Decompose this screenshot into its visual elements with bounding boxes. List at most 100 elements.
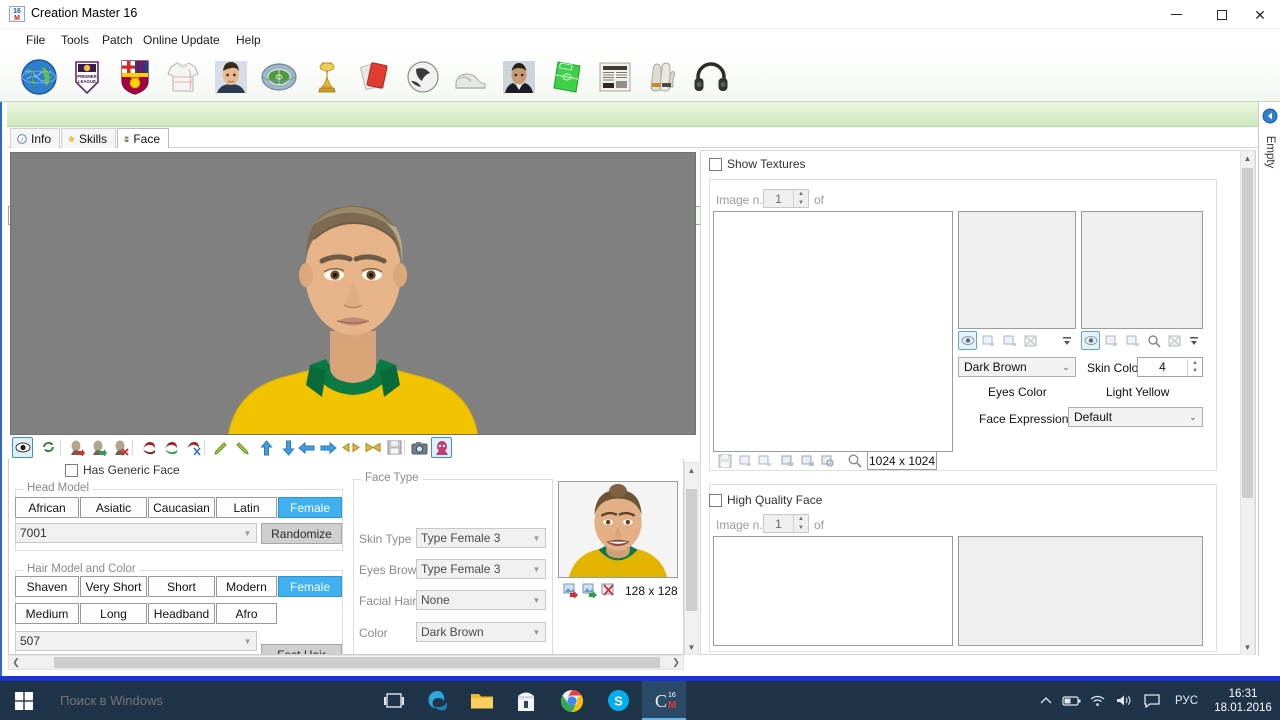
delete-icon[interactable] bbox=[1021, 331, 1040, 350]
skin-type-select[interactable]: Type Female 3 ▼ bbox=[416, 528, 546, 548]
file-explorer-button[interactable] bbox=[460, 681, 504, 720]
zoom-icon[interactable] bbox=[845, 451, 864, 470]
head-model-latin[interactable]: Latin bbox=[216, 497, 277, 518]
export-all-icon[interactable] bbox=[798, 451, 817, 470]
delete-icon[interactable] bbox=[1165, 331, 1184, 350]
right-panel-vscrollbar[interactable]: ▲ ▼ bbox=[1240, 150, 1255, 655]
menu-item-patch[interactable]: Patch bbox=[96, 32, 139, 49]
scroll-down-icon[interactable]: ▼ bbox=[685, 640, 698, 654]
spinner-down-icon[interactable]: ▼ bbox=[794, 199, 808, 208]
more-icon[interactable] bbox=[1184, 331, 1203, 350]
cards-icon[interactable] bbox=[352, 54, 398, 99]
export-hair-icon[interactable] bbox=[160, 437, 181, 458]
newspaper-icon[interactable] bbox=[592, 54, 638, 99]
face-thumbnail[interactable] bbox=[558, 481, 678, 578]
trophy-icon[interactable] bbox=[304, 54, 350, 99]
move-left-icon[interactable] bbox=[296, 437, 317, 458]
edge-button[interactable] bbox=[416, 681, 460, 720]
scroll-up-icon[interactable]: ▲ bbox=[685, 463, 698, 477]
refresh-model-icon[interactable] bbox=[38, 437, 59, 458]
import-image-icon[interactable] bbox=[562, 581, 580, 599]
delete-hair-icon[interactable] bbox=[182, 437, 203, 458]
kit-shirt-icon[interactable] bbox=[160, 54, 206, 99]
tab-info[interactable]: i Info bbox=[10, 128, 60, 148]
chevron-up-icon[interactable] bbox=[1033, 681, 1059, 720]
hair-texture-preview[interactable] bbox=[958, 211, 1076, 329]
menu-item-tools[interactable]: Tools bbox=[55, 32, 95, 49]
start-button[interactable] bbox=[0, 681, 48, 720]
spinner-down-icon[interactable]: ▼ bbox=[1188, 367, 1202, 376]
export-icon[interactable] bbox=[1123, 331, 1142, 350]
hair-very-short[interactable]: Very Short bbox=[80, 576, 147, 597]
randomize-button[interactable]: Randomize bbox=[261, 523, 342, 544]
hair-headband[interactable]: Headband bbox=[148, 603, 215, 624]
scroll-thumb[interactable] bbox=[54, 657, 660, 668]
minimize-button[interactable] bbox=[1153, 0, 1199, 29]
manager-portrait-icon[interactable] bbox=[496, 54, 542, 99]
move-right-icon[interactable] bbox=[318, 437, 339, 458]
zoom-icon[interactable] bbox=[1144, 331, 1163, 350]
eye-texture-preview[interactable] bbox=[1081, 211, 1203, 329]
hair-modern[interactable]: Modern bbox=[216, 576, 277, 597]
language-indicator[interactable]: РУС bbox=[1167, 695, 1206, 707]
hair-shaven[interactable]: Shaven bbox=[15, 576, 79, 597]
facial-hair-select[interactable]: None ▼ bbox=[416, 590, 546, 610]
rotate-right-icon[interactable] bbox=[232, 437, 253, 458]
menu-item-file[interactable]: File bbox=[20, 32, 51, 49]
ball-icon[interactable] bbox=[400, 54, 446, 99]
scroll-thumb[interactable] bbox=[1242, 168, 1253, 498]
import-icon[interactable] bbox=[979, 331, 998, 350]
hair-female[interactable]: Female bbox=[278, 576, 342, 597]
move-up-icon[interactable] bbox=[256, 437, 277, 458]
chrome-button[interactable] bbox=[550, 681, 594, 720]
spinner-arrows[interactable]: ▲▼ bbox=[1187, 359, 1202, 376]
scroll-left-icon[interactable]: ❮ bbox=[9, 656, 23, 669]
league-badge-icon[interactable]: PREMIER LEAGUE bbox=[64, 54, 110, 99]
spinner-arrows[interactable]: ▲▼ bbox=[793, 515, 808, 532]
head-model-female[interactable]: Female bbox=[278, 497, 342, 518]
import-head-icon[interactable] bbox=[66, 437, 87, 458]
export-icon[interactable] bbox=[1000, 331, 1019, 350]
head-model-caucasian[interactable]: Caucasian bbox=[148, 497, 215, 518]
scroll-right-icon[interactable]: ❯ bbox=[669, 656, 683, 669]
has-generic-face-checkbox[interactable]: Has Generic Face bbox=[65, 463, 180, 477]
left-panel-hscrollbar[interactable]: ❮ ❯ bbox=[8, 655, 684, 670]
spinner-up-icon[interactable]: ▲ bbox=[794, 515, 808, 524]
close-button[interactable]: ✕ bbox=[1240, 0, 1280, 29]
export-image-icon[interactable] bbox=[581, 581, 599, 599]
show-textures-checkbox[interactable]: Show Textures bbox=[709, 157, 806, 171]
menu-item-online-update[interactable]: Online Update bbox=[137, 32, 226, 49]
import-icon[interactable] bbox=[736, 451, 755, 470]
find-icon[interactable] bbox=[818, 451, 837, 470]
model-viewport[interactable] bbox=[10, 152, 696, 435]
rotate-left-icon[interactable] bbox=[210, 437, 231, 458]
save-icon[interactable] bbox=[384, 437, 405, 458]
head-model-african[interactable]: African bbox=[15, 497, 79, 518]
eyes-color-select[interactable]: Dark Brown ⌄ bbox=[958, 357, 1076, 377]
taskbar-clock[interactable]: 16:31 18.01.2016 bbox=[1206, 681, 1280, 720]
head-model-asiatic[interactable]: Asiatic bbox=[80, 497, 147, 518]
hair-short[interactable]: Short bbox=[148, 576, 215, 597]
action-center-icon[interactable] bbox=[1137, 681, 1167, 720]
camera-snapshot-icon[interactable] bbox=[409, 437, 430, 458]
microsoft-store-button[interactable] bbox=[504, 681, 548, 720]
tab-skills[interactable]: Skills bbox=[61, 128, 116, 148]
scroll-up-icon[interactable]: ▲ bbox=[1241, 151, 1254, 165]
eyes-brow-select[interactable]: Type Female 3 ▼ bbox=[416, 559, 546, 579]
more-icon[interactable] bbox=[1057, 331, 1076, 350]
face-expressions-select[interactable]: Default ⌄ bbox=[1068, 407, 1203, 427]
export-head-icon[interactable] bbox=[88, 437, 109, 458]
volume-icon[interactable] bbox=[1111, 681, 1137, 720]
scroll-thumb[interactable] bbox=[686, 489, 697, 611]
creation-master-button[interactable]: C 16 M bbox=[642, 681, 686, 720]
hair-medium[interactable]: Medium bbox=[15, 603, 79, 624]
color-select[interactable]: Dark Brown ▼ bbox=[416, 622, 546, 642]
delete-head-icon[interactable] bbox=[110, 437, 131, 458]
hair-long[interactable]: Long bbox=[80, 603, 147, 624]
club-crest-icon[interactable]: FCB bbox=[112, 54, 158, 99]
spinner-up-icon[interactable]: ▲ bbox=[1188, 359, 1202, 368]
head-model-id-select[interactable]: 7001 ▼ bbox=[15, 523, 257, 543]
import-icon[interactable] bbox=[1102, 331, 1121, 350]
maximize-button[interactable] bbox=[1199, 0, 1245, 29]
menu-item-help[interactable]: Help bbox=[230, 32, 267, 49]
